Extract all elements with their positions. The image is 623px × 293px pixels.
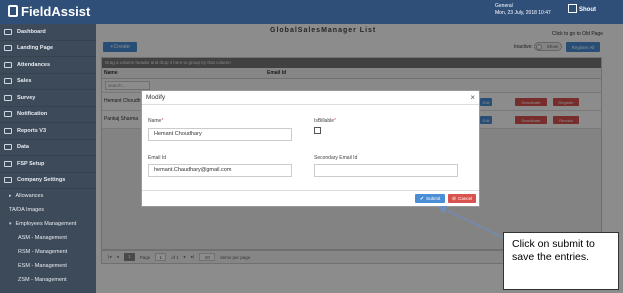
annotation-callout: Click on submit to save the entries. [503, 232, 619, 290]
